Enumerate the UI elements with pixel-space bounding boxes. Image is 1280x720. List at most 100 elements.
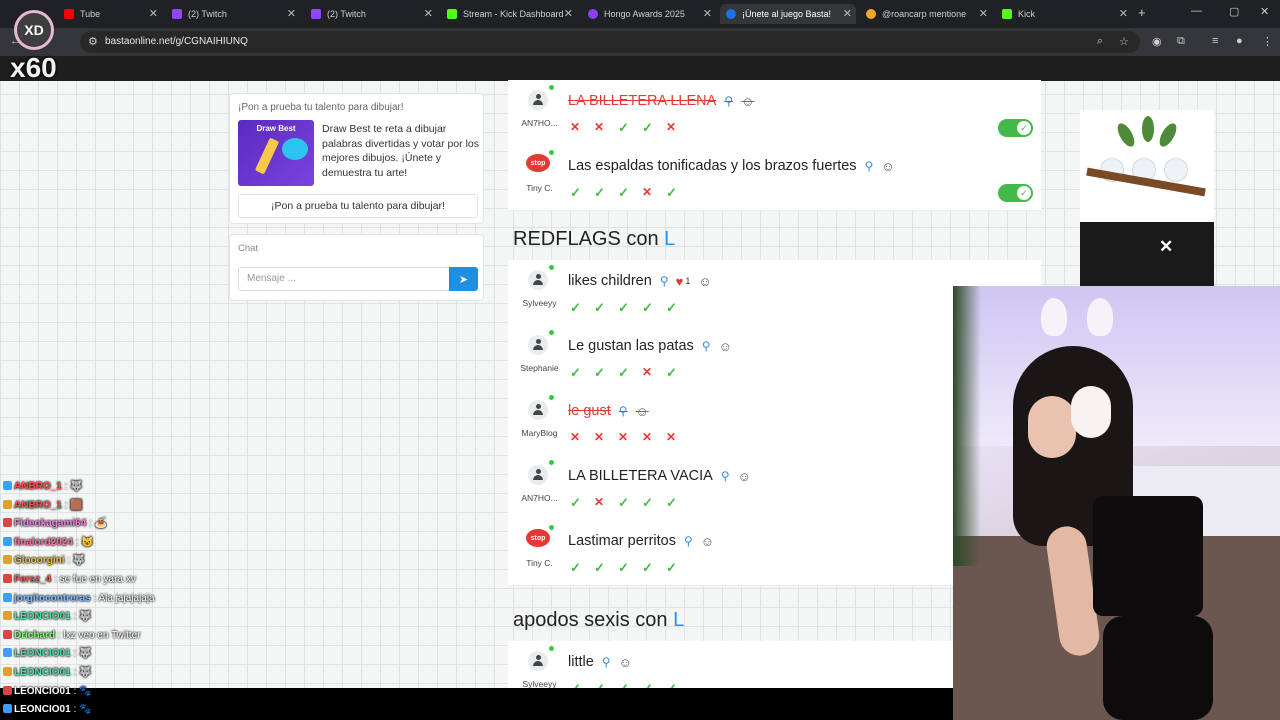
browser-tab[interactable]: Stream - Kick Dashboard ✕ [441,4,577,24]
check-icon: ✓ [666,495,677,510]
maximize-icon[interactable]: ▢ [1229,5,1239,18]
close-tab-icon[interactable]: ✕ [703,7,712,20]
kick-icon [447,9,457,19]
browser-tab[interactable]: (2) Twitch ✕ [166,4,300,24]
chat-username: LEONCIO01 [14,667,71,678]
url-text[interactable]: bastaonline.net/g/CGNAIHIUNQ [105,36,248,47]
browser-tab[interactable]: (2) Twitch ✕ [305,4,437,24]
check-icon: ✓ [594,365,605,380]
headphones-icon [1071,386,1111,438]
kick-icon [1002,9,1012,19]
profile-avatar[interactable]: ● [1236,35,1243,47]
search-icon[interactable]: ⚲ [684,534,693,548]
chat-username: LEONCIO01 [14,611,71,623]
chat-message: : 🐾 [73,704,92,716]
add-reaction-icon[interactable]: ☺ [738,469,751,484]
promo-image-caption: Draw Best [256,124,296,133]
promo-button[interactable]: ¡Pon a prueba tu talento para dibujar! [238,194,478,218]
draw-best-image[interactable]: Draw Best [238,120,314,186]
add-reaction-icon[interactable]: ☺ [698,274,711,289]
ad-close-icon[interactable]: ✕ [1159,237,1173,257]
answer-text: Las espaldas tonificadas y los brazos fu… [568,158,895,174]
promo-text: Draw Best te reta a dibujar palabras div… [322,123,479,179]
tab-label: ¡Únete al juego Basta! [742,9,832,19]
chat-badge-icon [3,574,12,583]
chat-username: LEONCIO01 [14,685,71,697]
page-top-strip [0,56,1280,81]
check-icon: ✓ [570,300,581,315]
search-icon[interactable]: ⚲ [865,159,874,173]
search-icon[interactable]: ⚲ [619,404,628,418]
product-shirt [1080,222,1214,286]
menu-icon[interactable]: ⋮ [1262,35,1273,48]
user-avatar [528,651,548,671]
site-info-icon[interactable]: ⚙ [88,35,98,48]
close-window-icon[interactable]: ✕ [1260,5,1269,18]
chat-message-input[interactable]: Mensaje ... [238,267,450,291]
streamer-legs [1103,616,1213,720]
tab-bar: Tube ✕ (2) Twitch ✕ (2) Twitch ✕ Stream - Kick… [0,0,1280,28]
category-title: apodos sexis con L [513,609,684,632]
new-tab-button[interactable]: + [1138,5,1146,20]
add-reaction-icon[interactable]: ☺ [636,404,649,419]
x-icon: ✕ [570,120,581,134]
browser-tab[interactable]: Tube ✕ [58,4,162,24]
puzzle-icon[interactable]: ⧉ [1177,35,1185,48]
twitch-icon [172,9,182,19]
heart-icon[interactable]: ♥ [676,274,684,289]
answer-word: Le gustan las patas [568,338,694,354]
check-icon: ✓ [618,560,629,575]
search-icon[interactable]: ⚲ [724,94,733,108]
browser-tab[interactable]: Hongo Awards 2025 ✕ [582,4,716,24]
zoom-icon[interactable]: ⌕ [1097,35,1103,48]
answer-word: LA BILLETERA VACIA [568,468,713,484]
close-tab-icon[interactable]: ✕ [287,7,296,20]
cat-ears-icon [1041,298,1115,338]
heart-count: 1 [685,276,691,286]
chat-badge-icon [3,555,12,565]
multiplier-text: x60 [10,52,57,83]
search-icon[interactable]: ⚲ [660,274,669,288]
browser-tab[interactable]: ¡Únete al juego Basta! ✕ [720,4,856,24]
add-reaction-icon[interactable]: ☺ [701,534,714,549]
close-tab-icon[interactable]: ✕ [843,7,852,20]
search-icon[interactable]: ⚲ [721,469,730,483]
chat-line: LEONCIO01 : 🐺 [3,611,91,622]
ad-banner[interactable] [1080,110,1214,286]
category-name: apodos sexis con [513,609,668,631]
search-icon[interactable]: ⚲ [702,339,711,353]
online-dot [549,330,554,335]
add-reaction-icon[interactable]: ☺ [881,159,894,174]
add-reaction-icon[interactable]: ☺ [719,339,732,354]
webcam-overlay [953,286,1280,720]
search-icon[interactable]: ⚲ [602,655,611,669]
tab-label: (2) Twitch [327,9,366,19]
answer-word: LA BILLETERA LLENA [568,93,717,109]
chat-username: jorgitocontreras [14,592,91,604]
tab-label: Hongo Awards 2025 [604,9,685,19]
xd-logo: XD [14,10,54,50]
browser-tab[interactable]: @roancarp mentione ✕ [860,4,992,24]
close-tab-icon[interactable]: ✕ [564,7,573,20]
close-tab-icon[interactable]: ✕ [979,7,988,20]
bookmark-star-icon[interactable]: ☆ [1119,35,1129,48]
close-tab-icon[interactable]: ✕ [149,7,158,20]
add-reaction-icon[interactable]: ☺ [619,655,632,670]
close-tab-icon[interactable]: ✕ [1119,7,1128,20]
answer-username: Tiny C. [526,558,553,568]
media-icon[interactable]: ≡ [1212,35,1218,47]
accept-toggle[interactable]: ✓ [998,184,1033,202]
close-tab-icon[interactable]: ✕ [424,7,433,20]
chat-card: Chat Mensaje ... ➤ [229,234,484,301]
add-reaction-icon[interactable]: ☺ [741,94,754,109]
minimize-icon[interactable]: — [1191,5,1202,17]
chat-message: : lxz veo en Twitter [57,629,141,641]
browser-tab[interactable]: Kick ✕ [996,4,1132,24]
x-icon: ✕ [642,365,653,379]
extension-icon[interactable]: ◉ [1152,35,1162,48]
send-message-button[interactable]: ➤ [449,267,478,291]
category-letter: L [664,228,676,250]
person-icon [533,469,543,481]
stream-bottom-bar [0,688,953,720]
accept-toggle[interactable]: ✓ [998,119,1033,137]
